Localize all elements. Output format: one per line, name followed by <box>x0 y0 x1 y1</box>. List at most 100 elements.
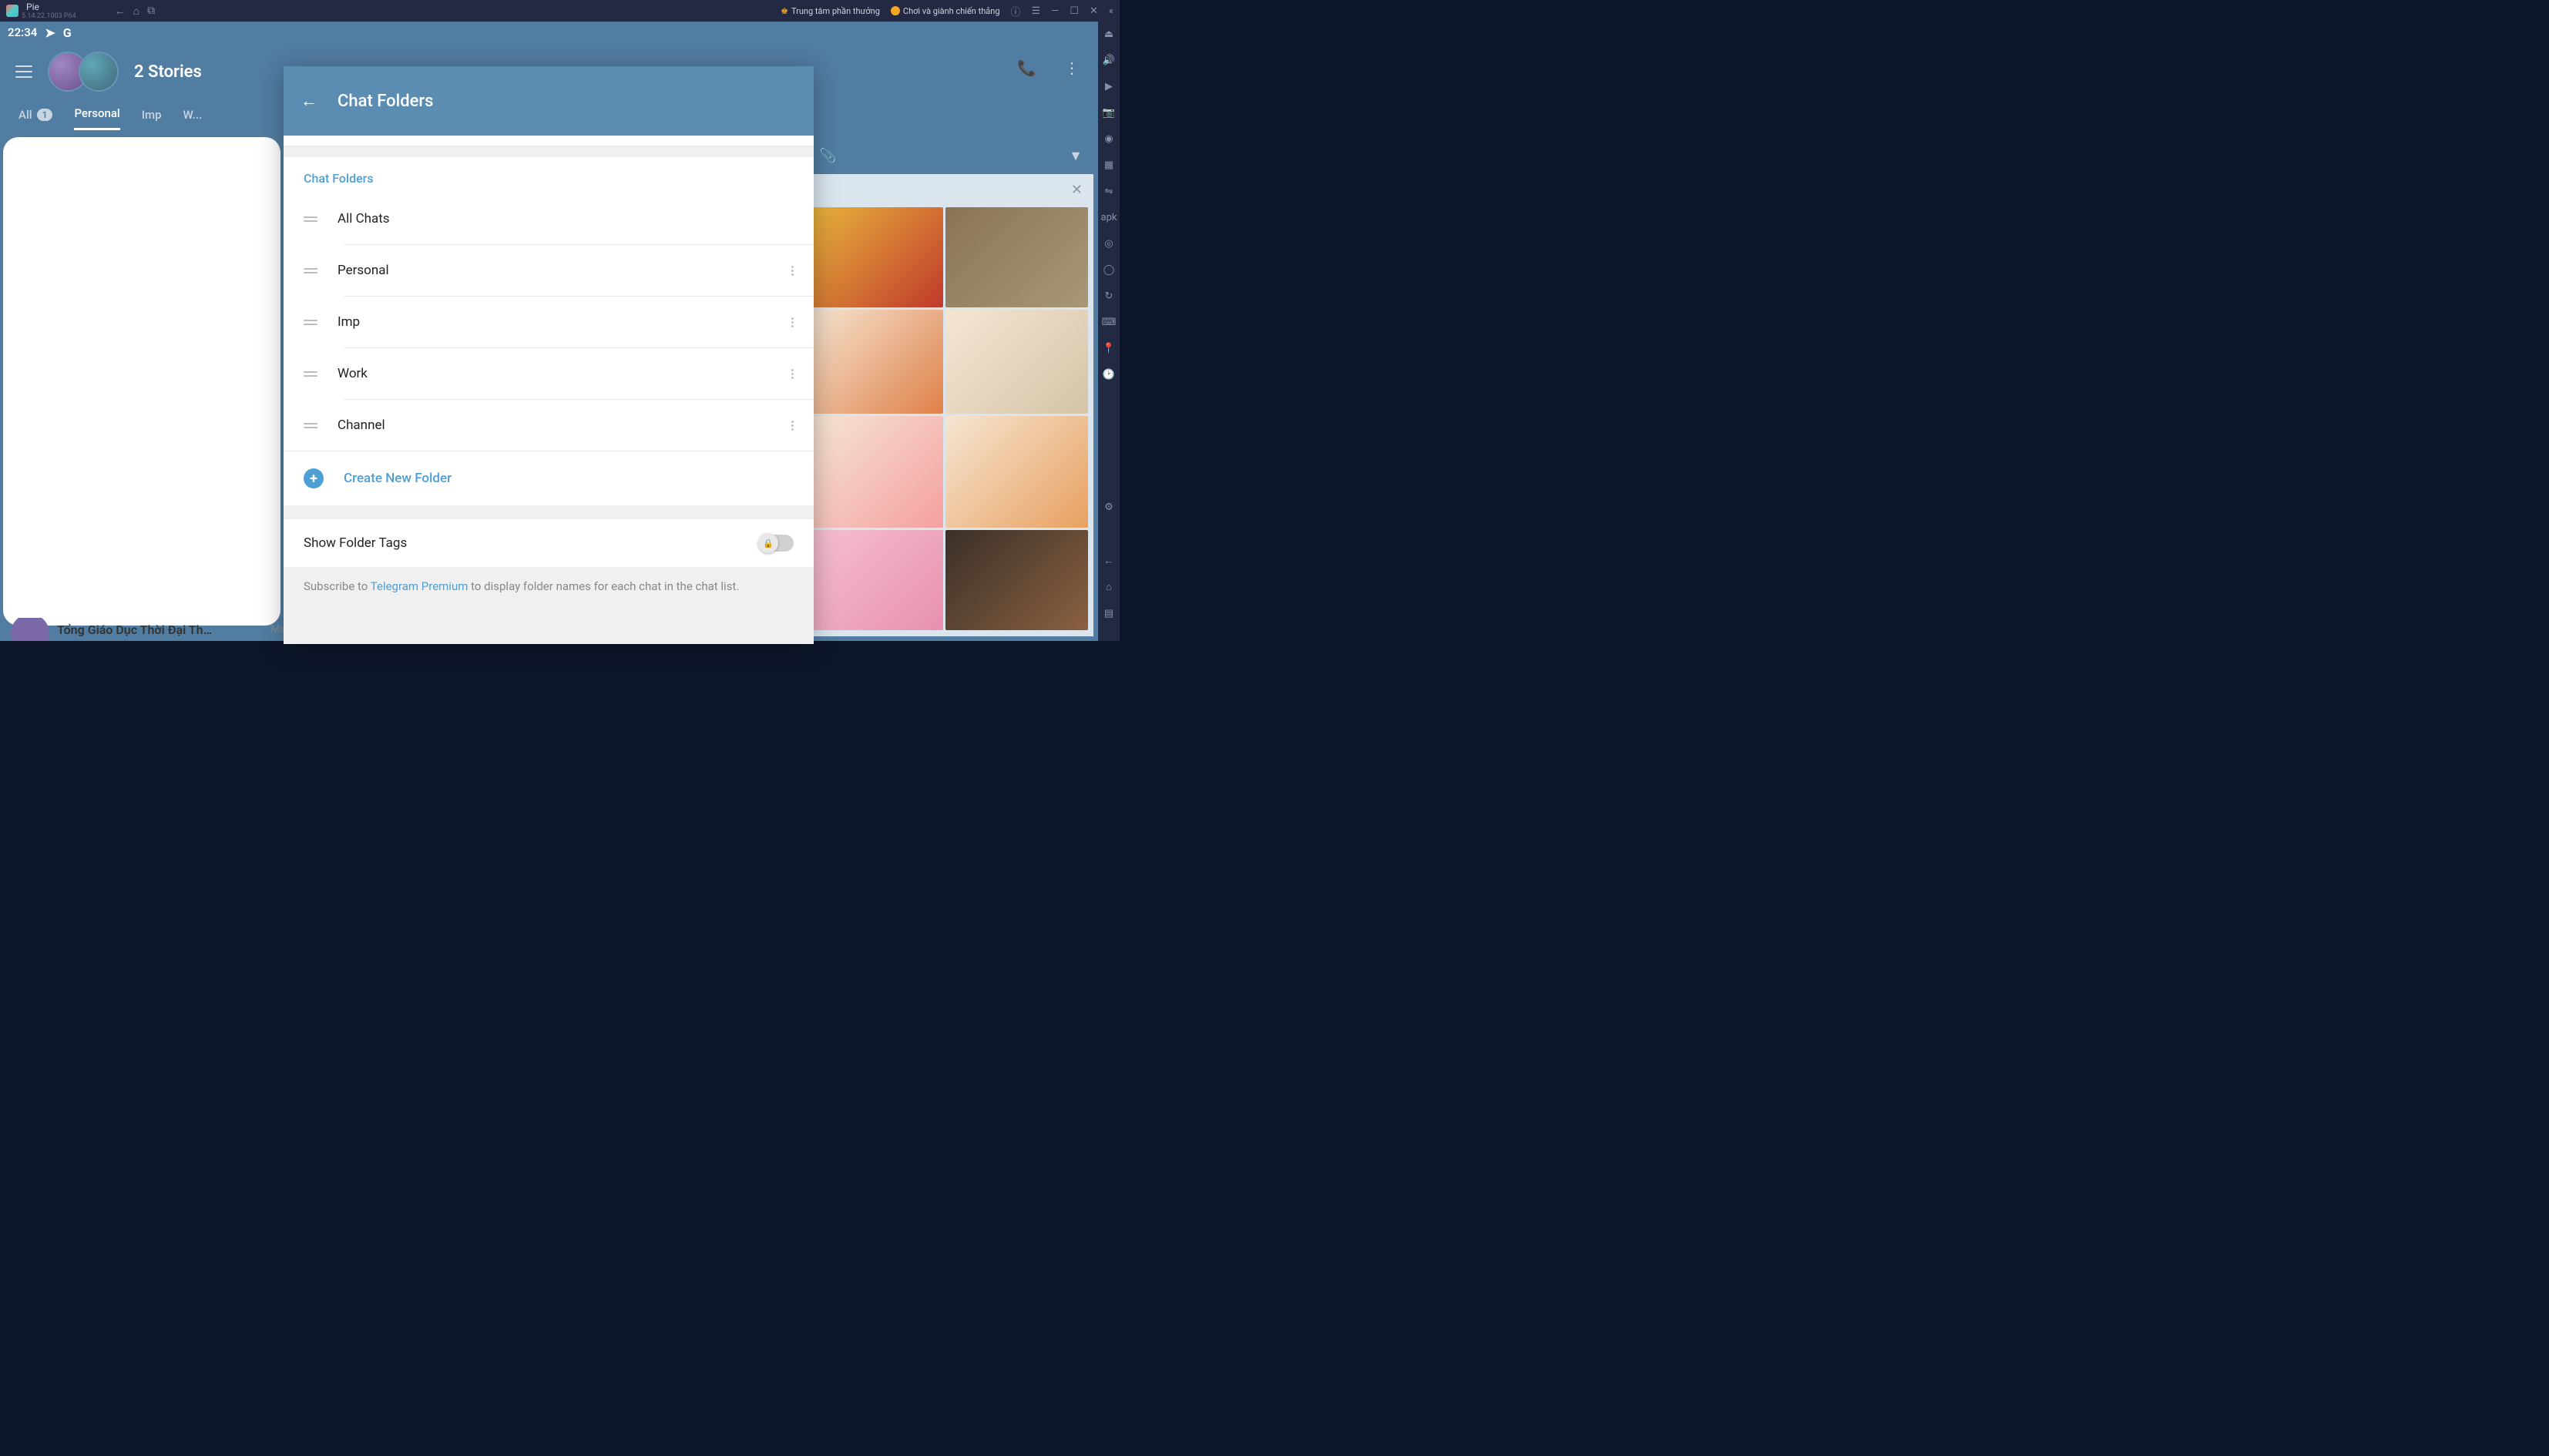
hint-pre: Subscribe to <box>304 579 371 593</box>
show-folder-tags-row[interactable]: Show Folder Tags 🔒 <box>284 519 814 567</box>
modal-body[interactable]: Chat Folders All Chats Personal <box>284 136 814 644</box>
gif-thumbnail[interactable] <box>808 310 943 414</box>
nav-home-icon[interactable]: ⌂ <box>133 5 139 18</box>
reward-center-button[interactable]: ♚ Trung tâm phần thưởng <box>781 6 880 16</box>
folder-name: Imp <box>338 314 771 330</box>
collapse-sidebar-icon[interactable]: « <box>1109 5 1113 17</box>
folder-more-icon[interactable] <box>791 369 794 379</box>
keymap-icon[interactable]: ⌨ <box>1103 316 1115 328</box>
help-icon[interactable]: ⓘ <box>1011 4 1021 18</box>
drag-handle-icon[interactable] <box>304 423 317 428</box>
volume-icon[interactable]: 🔊 <box>1103 54 1115 66</box>
android-recent-icon[interactable]: ▤ <box>1103 607 1115 619</box>
gallery-icon[interactable]: ◯ <box>1103 263 1115 276</box>
more-options-icon[interactable]: ⋮ <box>1064 59 1080 77</box>
drag-handle-icon[interactable] <box>304 371 317 377</box>
folder-row-personal[interactable]: Personal <box>284 245 814 296</box>
tab-label: Imp <box>142 108 162 122</box>
tab-all[interactable]: All 1 <box>18 106 52 130</box>
fullscreen-icon[interactable]: ⏏ <box>1103 28 1115 40</box>
play-win-button[interactable]: Chơi và giành chiến thắng <box>891 6 1000 16</box>
toggle-label: Show Folder Tags <box>304 535 407 551</box>
chevron-down-icon[interactable]: ▼ <box>1069 148 1083 164</box>
chat-input-bar: 📎 ▼ <box>808 137 1093 174</box>
folder-name: Personal <box>338 263 771 278</box>
gif-thumbnail[interactable] <box>945 207 1088 307</box>
attachment-icon[interactable]: 📎 <box>819 148 836 164</box>
nav-recent-icon[interactable]: ⧉ <box>147 5 155 17</box>
gif-thumbnail[interactable] <box>945 530 1088 630</box>
settings-icon[interactable]: ⚙ <box>1103 501 1115 513</box>
folder-row-imp[interactable]: Imp <box>284 297 814 347</box>
gif-thumbnail[interactable] <box>808 530 943 630</box>
crown-icon: ♚ <box>781 6 788 16</box>
gif-thumbnail[interactable] <box>808 416 943 528</box>
emulator-app-name: Pie <box>26 2 76 12</box>
android-status-bar: 22:34 ➤ G <box>0 22 1098 43</box>
chat-avatar <box>11 618 49 641</box>
tab-personal[interactable]: Personal <box>74 106 119 130</box>
gif-thumbnail[interactable] <box>808 207 943 307</box>
create-folder-label: Create New Folder <box>344 471 452 486</box>
android-home-icon[interactable]: ⌂ <box>1103 581 1115 593</box>
emulator-app-icon <box>6 5 18 17</box>
apk-icon[interactable]: apk <box>1103 211 1115 223</box>
stories-avatars[interactable] <box>48 52 119 92</box>
emulator-title-bar: Pie 5.14.22.1003 P64 ← ⌂ ⧉ ♚ Trung tâm p… <box>0 0 1120 22</box>
drag-handle-icon[interactable] <box>304 216 317 222</box>
sync-icon[interactable]: ⇋ <box>1103 185 1115 197</box>
tab-imp[interactable]: Imp <box>142 106 162 130</box>
call-icon[interactable]: 📞 <box>1017 59 1036 77</box>
emulator-right-toolbar: ⏏ 🔊 ▶ 📷 ◉ ▦ ⇋ apk ◎ ◯ ↻ ⌨ 📍 🕑 ⚙ ← ⌂ ▤ <box>1098 22 1120 641</box>
tab-label: W... <box>183 108 203 122</box>
modal-header: ← Chat Folders <box>284 66 814 136</box>
gif-panel: 📎 ▼ ✕ <box>808 137 1093 636</box>
stories-count-label: 2 Stories <box>134 62 202 82</box>
back-arrow-icon[interactable]: ← <box>301 91 317 111</box>
folder-more-icon[interactable] <box>791 266 794 276</box>
story-avatar-2[interactable] <box>79 52 119 92</box>
folder-row-work[interactable]: Work <box>284 348 814 399</box>
left-blank-panel <box>3 137 280 626</box>
drag-handle-icon[interactable] <box>304 268 317 273</box>
create-new-folder-button[interactable]: + Create New Folder <box>284 451 814 505</box>
folder-more-icon[interactable] <box>791 317 794 327</box>
folder-more-icon[interactable] <box>791 421 794 431</box>
toggle-switch[interactable]: 🔒 <box>760 535 794 552</box>
rotate-icon[interactable]: ↻ <box>1103 290 1115 302</box>
close-icon[interactable]: ✕ <box>1071 182 1083 198</box>
record-icon[interactable]: 📷 <box>1103 106 1115 119</box>
menu-icon[interactable]: ☰ <box>1032 5 1041 17</box>
minimize-icon[interactable]: ― <box>1051 5 1059 17</box>
tab-badge: 1 <box>37 109 53 121</box>
telegram-premium-link[interactable]: Telegram Premium <box>371 579 468 593</box>
close-window-icon[interactable]: ✕ <box>1090 5 1098 17</box>
lock-icon: 🔒 <box>763 538 774 549</box>
multi-instance-icon[interactable]: ▦ <box>1103 159 1115 171</box>
clock-icon[interactable]: 🕑 <box>1103 368 1115 381</box>
gif-thumbnail[interactable] <box>945 310 1088 414</box>
chat-folders-modal: ← Chat Folders Chat Folders All Chats Pe… <box>284 66 814 644</box>
android-back-icon[interactable]: ← <box>1103 555 1115 567</box>
chat-title: Tổng Giáo Dục Thời Đại Th… <box>57 622 271 637</box>
screenshot-icon[interactable]: ▶ <box>1103 80 1115 92</box>
premium-hint: Subscribe to Telegram Premium to display… <box>284 567 814 609</box>
camera-icon[interactable]: ◎ <box>1103 237 1115 250</box>
macro-icon[interactable]: ◉ <box>1103 133 1115 145</box>
hamburger-menu-icon[interactable] <box>15 65 32 78</box>
location-icon[interactable]: 📍 <box>1103 342 1115 354</box>
drag-handle-icon[interactable] <box>304 320 317 325</box>
plus-icon: + <box>304 468 324 488</box>
target-icon <box>891 6 900 15</box>
tab-work[interactable]: W... <box>183 106 203 130</box>
gif-thumbnail[interactable] <box>945 416 1088 528</box>
folder-name: Work <box>338 366 771 381</box>
toggle-knob: 🔒 <box>758 533 778 553</box>
chat-list-item-peek[interactable]: Tổng Giáo Dục Thời Đại Th… May 21 <box>3 618 311 641</box>
nav-back-icon[interactable]: ← <box>115 5 126 18</box>
folder-row-channel[interactable]: Channel <box>284 400 814 451</box>
folder-row-all-chats[interactable]: All Chats <box>284 193 814 244</box>
maximize-icon[interactable]: ☐ <box>1070 5 1079 17</box>
folder-name: Channel <box>338 418 771 433</box>
gif-tabs-bar: ✕ <box>808 174 1093 205</box>
